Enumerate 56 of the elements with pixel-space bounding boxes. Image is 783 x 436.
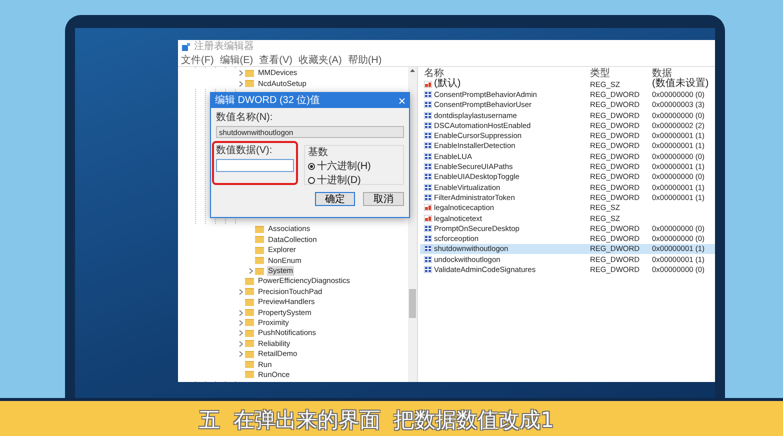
binary-value-icon (424, 194, 432, 201)
chevron-icon[interactable] (249, 268, 253, 274)
radio-label[interactable]: 十六进制(H) (317, 161, 371, 172)
radio-label[interactable]: 十进制(D) (317, 175, 361, 186)
chevron-icon[interactable] (239, 351, 243, 358)
field-label: 数值名称(N): (216, 112, 274, 123)
binary-value-icon (424, 142, 432, 150)
column-header[interactable]: 名称 (420, 68, 590, 78)
binary-value-icon (424, 235, 432, 242)
chevron-icon[interactable] (239, 330, 243, 336)
binary-value-icon (424, 90, 432, 98)
app-icon (182, 43, 190, 51)
menu-item[interactable]: 帮助(H) (348, 54, 382, 66)
chevron-icon[interactable] (239, 288, 243, 295)
binary-value-icon (424, 256, 432, 263)
string-value-icon (424, 214, 432, 222)
scrollbar[interactable] (408, 67, 417, 382)
chevron-icon[interactable] (239, 70, 243, 76)
field-label: 数值数据(V): (216, 145, 274, 156)
chevron-icon[interactable] (239, 320, 243, 326)
chevron-icon[interactable] (239, 310, 243, 316)
binary-value-icon (424, 112, 432, 119)
binary-value-icon (424, 266, 432, 273)
binary-value-icon (424, 245, 432, 252)
cancel-button[interactable]: 取消 (363, 192, 404, 206)
binary-value-icon (424, 163, 432, 170)
menu-item[interactable]: 文件(F) (181, 54, 214, 66)
chevron-icon[interactable] (239, 340, 243, 347)
binary-value-icon (424, 184, 432, 191)
value-data: (数值未设置) (652, 78, 709, 90)
ok-button[interactable]: 确定 (315, 192, 355, 206)
binary-value-icon (424, 122, 432, 129)
caption-text: 五 在弹出来的界面 把数据数值改成1 (198, 407, 556, 434)
menu-item[interactable]: 收藏夹(A) (298, 54, 342, 66)
value-name: (默认) (434, 79, 461, 90)
binary-value-icon (424, 173, 432, 180)
radio-button[interactable] (308, 163, 315, 170)
close-icon[interactable] (399, 98, 405, 104)
radio-button[interactable] (308, 177, 315, 184)
dialog-title: 编辑 DWORD (32 位)值 (215, 95, 320, 106)
menu-item[interactable]: 编辑(E) (220, 54, 254, 66)
binary-value-icon (424, 152, 432, 160)
window-title: 注册表编辑器 (194, 42, 254, 52)
string-value-icon (424, 204, 432, 212)
column-header[interactable]: 数据 (652, 68, 715, 78)
binary-value-icon (424, 224, 432, 232)
scroll-up-icon[interactable] (410, 69, 415, 72)
scrollbar-thumb[interactable] (409, 289, 416, 318)
group-label: 基数 (308, 147, 329, 158)
column-header[interactable]: 类型 (590, 68, 652, 78)
binary-value-icon (424, 101, 432, 108)
string-value-icon (424, 80, 432, 88)
value-data-field[interactable] (216, 159, 294, 172)
binary-value-icon (424, 132, 432, 140)
chevron-icon[interactable] (239, 80, 243, 87)
menu-item[interactable]: 查看(V) (259, 54, 292, 66)
